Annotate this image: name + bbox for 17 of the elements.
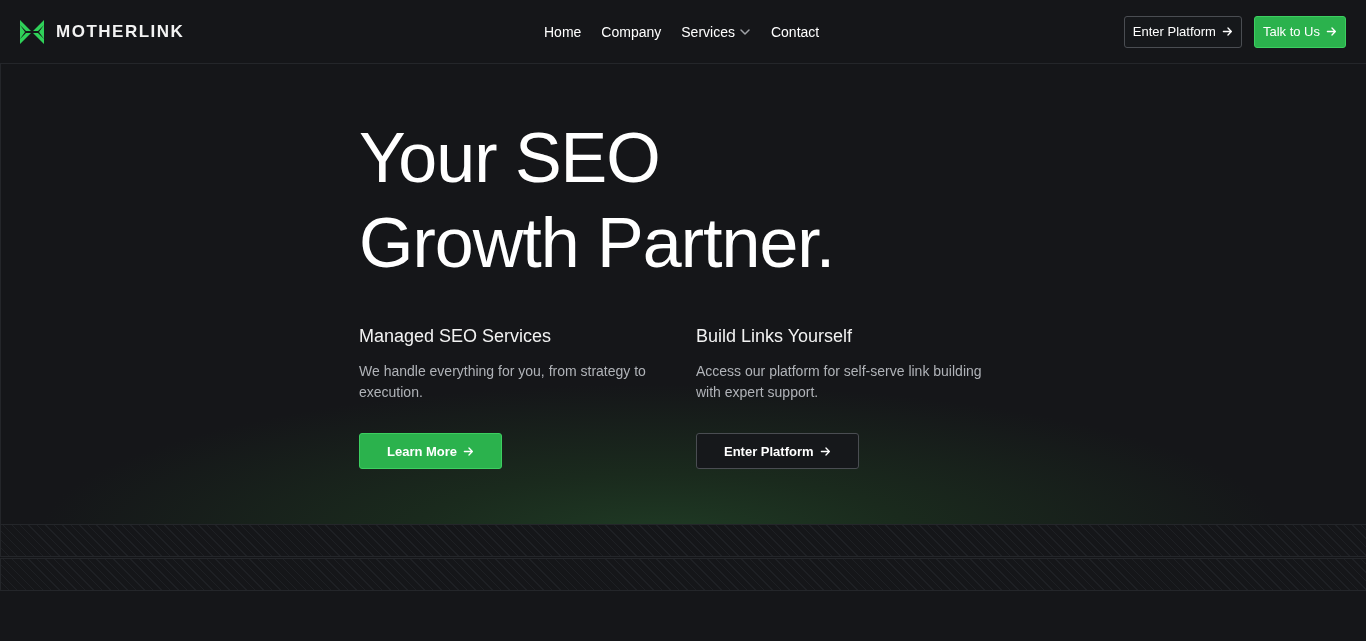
- column-heading: Build Links Yourself: [696, 326, 854, 347]
- nav-link[interactable]: Services: [681, 23, 751, 40]
- outline-button[interactable]: Enter Platform: [1123, 15, 1242, 48]
- arrow-icon: [1221, 26, 1233, 37]
- column-text: We handle everything for you, from strategy to execution.: [359, 362, 647, 402]
- arrow-icon: [819, 445, 831, 457]
- nav-link[interactable]: Company: [601, 23, 662, 40]
- nav-link[interactable]: Contact: [770, 23, 820, 40]
- hero-title: Your SEO Growth Partner.: [359, 118, 836, 284]
- column-text: Access our platform for self-serve link building with expert support.: [696, 362, 983, 402]
- logo-icon: [20, 19, 44, 44]
- nav-link[interactable]: Home: [544, 23, 582, 40]
- brand-name[interactable]: MOTHERLINK: [56, 21, 185, 42]
- arrow-icon: [1326, 26, 1337, 37]
- outline-button[interactable]: Enter Platform: [696, 433, 859, 469]
- arrow-icon: [463, 445, 475, 457]
- column-heading: Managed SEO Services: [359, 326, 553, 347]
